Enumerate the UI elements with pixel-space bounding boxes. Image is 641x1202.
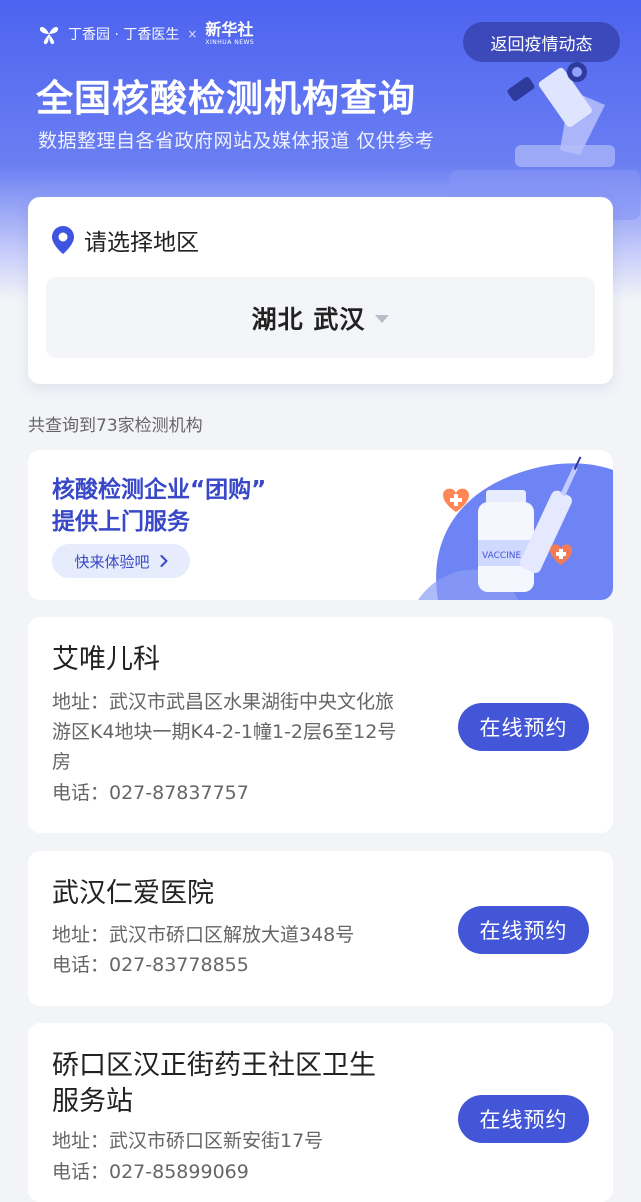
banner-button-label: 快来体验吧 xyxy=(74,552,150,571)
microscope-illustration xyxy=(450,62,640,220)
org-card-1: 艾唯儿科 地址：武汉市武昌区水果湖街中央文化旅 游区K4地块一期K4-2-1幢1… xyxy=(28,617,613,833)
region-selector-card: 请选择地区 湖北 武汉 xyxy=(28,197,613,384)
org-name-line: 服务站 xyxy=(52,1086,133,1117)
org-address-line: 房 xyxy=(52,751,72,773)
org-card-2: 武汉仁爱医院 地址：武汉市硚口区解放大道348号 电话：027-83778855… xyxy=(28,851,613,1006)
region-label-row: 请选择地区 xyxy=(52,223,199,257)
banner-try-button[interactable]: 快来体验吧 xyxy=(52,544,190,578)
banner-title-line1: 核酸检测企业“团购” xyxy=(52,477,267,503)
vaccine-illustration: VACCINE xyxy=(418,456,613,600)
org-name: 武汉仁爱医院 xyxy=(52,878,214,909)
page-title: 全国核酸检测机构查询 xyxy=(36,77,416,120)
region-label: 请选择地区 xyxy=(84,230,199,256)
vial-label: VACCINE xyxy=(482,551,522,561)
banner-title: 核酸检测企业“团购” 提供上门服务 xyxy=(52,474,266,538)
page-subtitle: 数据整理自各省政府网站及媒体报道 仅供参考 xyxy=(38,130,435,152)
book-online-button[interactable]: 在线预约 xyxy=(458,703,589,751)
org-name: 艾唯儿科 xyxy=(52,644,160,675)
region-selected-value: 湖北 武汉 xyxy=(251,304,366,334)
banner-title-line2: 提供上门服务 xyxy=(52,509,190,535)
caret-down-icon xyxy=(375,315,390,323)
brand-xinhua-cn: 新华社 xyxy=(205,20,254,39)
org-address-line: 地址：武汉市武昌区水果湖街中央文化旅 xyxy=(52,691,395,713)
brand-separator: × xyxy=(187,27,198,41)
org-address-line: 游区K4地块一期K4-2-1幢1-2层6至12号 xyxy=(52,721,397,743)
org-address-line: 地址：武汉市硚口区新安街17号 xyxy=(52,1130,324,1152)
group-buy-banner[interactable]: 核酸检测企业“团购” 提供上门服务 快来体验吧 VACCINE xyxy=(28,450,613,600)
book-online-button[interactable]: 在线预约 xyxy=(458,906,589,954)
org-name-line: 硚口区汉正街药王社区卫生 xyxy=(52,1050,376,1081)
brand-dxy-text: 丁香园 · 丁香医生 xyxy=(68,27,180,43)
org-address-line: 地址：武汉市硚口区解放大道348号 xyxy=(52,924,355,946)
org-phone: 电话：027-83778855 xyxy=(52,954,249,976)
back-to-epidemic-button[interactable]: 返回疫情动态 xyxy=(463,22,620,62)
chevron-right-icon xyxy=(160,555,167,567)
org-phone: 电话：027-85899069 xyxy=(52,1161,249,1183)
dxy-flower-icon xyxy=(39,27,59,45)
brand-xinhua-en: XINHUA NEWS xyxy=(205,39,255,46)
brand-row: 丁香园 · 丁香医生 × 新华社 XINHUA NEWS xyxy=(36,20,254,48)
brand-xinhua-logo: 新华社 XINHUA NEWS xyxy=(205,22,254,46)
result-count: 共查询到73家检测机构 xyxy=(28,416,203,436)
org-card-3: 硚口区汉正街药王社区卫生 服务站 地址：武汉市硚口区新安街17号 电话：027-… xyxy=(28,1023,613,1202)
location-pin-icon xyxy=(52,226,74,254)
org-phone: 电话：027-87837757 xyxy=(52,782,249,804)
region-dropdown[interactable]: 湖北 武汉 xyxy=(46,277,595,358)
book-online-button[interactable]: 在线预约 xyxy=(458,1095,589,1143)
